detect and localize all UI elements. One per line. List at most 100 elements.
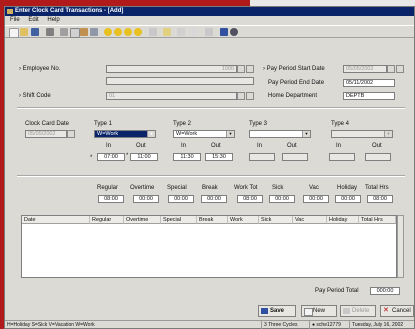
about-icon[interactable] [230,28,238,36]
type-2-select[interactable]: W=Work ▼ [173,130,235,138]
save-icon[interactable] [31,28,39,36]
new-icon[interactable] [9,28,19,38]
delete-button-label: Delete [352,308,370,314]
prev-icon[interactable] [114,28,122,36]
chevron-down-icon[interactable]: ▼ [147,131,155,137]
status-legend: H=Holiday S=Sick V=Vacation W=Work [7,322,95,328]
clock-card-date-field[interactable]: 05/05/2002 [25,130,67,138]
undo-icon[interactable] [46,28,54,36]
type-2-out-field[interactable]: 15:30 [205,153,233,161]
column-header-total-hrs[interactable]: Total Hrs [359,216,396,224]
attach-icon[interactable] [220,28,228,36]
shift-code-field[interactable]: 01 [106,92,237,100]
total-hours-label: Total Hrs [365,185,389,191]
type-2-label: Type 2 [173,121,192,127]
help-icon[interactable] [190,28,198,36]
type-4-in-field[interactable] [329,153,355,161]
type-1-select[interactable]: W=Work ▼ [94,130,156,138]
type-1-out-field[interactable]: 11:00 [130,153,158,161]
type-3-in-label: In [257,143,263,149]
total-overtime-label: Overtime [130,185,155,191]
print-icon[interactable] [149,28,157,36]
total-regular-label: Regular [97,185,119,191]
column-header-break[interactable]: Break [197,216,228,224]
column-header-sick[interactable]: Sick [259,216,293,224]
column-header-holiday[interactable]: Holiday [327,216,359,224]
copy-icon[interactable] [70,28,80,38]
employee-no-field[interactable]: 1000 [106,65,237,73]
chevron-down-icon[interactable]: ▼ [302,131,310,137]
shift-info-button[interactable] [246,92,254,100]
pay-period-start-field[interactable]: 05/05/2002 [343,65,387,73]
toolbar [5,25,414,38]
status-bar: H=Holiday S=Sick V=Vacation W=Work 3 Thr… [5,320,414,329]
employee-lookup-button[interactable] [237,65,245,73]
column-header-work[interactable]: Work [228,216,259,224]
status-user: ● sche12779 [309,321,352,329]
type-4-out-field[interactable] [365,153,391,161]
column-header-vac[interactable]: Vac [293,216,327,224]
type-4-in-label: In [336,143,342,149]
total-work-field: 08:00 [237,195,263,203]
open-icon[interactable] [20,28,28,36]
column-header-regular[interactable]: Regular [90,216,124,224]
type-4-select[interactable]: ▼ [331,130,393,138]
menu-bar: File Edit Help [5,16,414,25]
preview-icon[interactable] [163,28,171,36]
find-icon[interactable] [90,28,98,36]
type-3-in-field[interactable] [249,153,275,161]
delete-button[interactable]: Delete [340,305,376,317]
column-header-overtime[interactable]: Overtime [124,216,161,224]
type-3-out-field[interactable] [282,153,308,161]
status-date: Tuesday, July 16, 2002 [349,321,415,329]
employee-info-button[interactable] [246,65,254,73]
window-title: Enter Clock Card Transactions - [Add] [15,8,124,14]
type-4-label: Type 4 [331,121,350,127]
total-vac-field: 00:00 [303,195,329,203]
total-vac-label: Vac [309,185,319,191]
section-divider [17,107,405,109]
save-button-label: Save [270,308,285,314]
chevron-down-icon[interactable]: ▼ [226,131,234,137]
home-department-field: DEPTB [343,92,395,100]
required-marker: * [90,155,93,161]
pay-period-info-button[interactable] [396,65,404,73]
type-2-in-field[interactable]: 11:30 [173,153,201,161]
type-1-in-field[interactable]: 07:00 [97,153,125,161]
menu-file[interactable]: File [10,16,20,25]
cut-icon[interactable] [60,28,68,36]
new-button-label: New [313,308,326,314]
pay-period-lookup-button[interactable] [387,65,395,73]
cancel-button[interactable]: ✕ Cancel [380,305,414,317]
cancel-button-label: Cancel [392,308,411,314]
paste-icon[interactable] [80,28,88,36]
type-3-select[interactable]: ▼ [249,130,311,138]
save-button[interactable]: Save [258,305,296,317]
new-icon [304,308,313,316]
menu-edit[interactable]: Edit [28,16,38,25]
clock-card-window: Enter Clock Card Transactions - [Add] Fi… [4,6,415,329]
total-special-field: 00:00 [168,195,194,203]
calendar-icon[interactable] [205,28,213,36]
chevron-down-icon[interactable]: ▼ [384,131,392,137]
status-user-text: sche12779 [316,322,341,328]
total-regular-field: 08:00 [98,195,124,203]
save-icon [261,308,268,314]
last-icon[interactable] [134,28,142,36]
column-header-special[interactable]: Special [161,216,197,224]
shift-lookup-button[interactable] [237,92,245,100]
status-cycles: 3 Three Cycles [261,321,312,329]
grid-scrollbar[interactable] [397,215,404,278]
new-button[interactable]: New [301,305,337,317]
total-holiday-field: 00:00 [335,195,361,203]
transactions-grid[interactable]: Date Regular Overtime Special Break Work… [21,215,397,278]
next-icon[interactable] [124,28,132,36]
notes-icon[interactable] [177,28,185,36]
total-overtime-field: 00:00 [133,195,159,203]
column-header-date[interactable]: Date [22,216,90,224]
total-break-label: Break [202,185,218,191]
clock-date-calendar-button[interactable] [67,130,75,138]
type-3-out-label: Out [287,143,297,149]
menu-help[interactable]: Help [47,16,59,25]
first-icon[interactable] [104,28,112,36]
